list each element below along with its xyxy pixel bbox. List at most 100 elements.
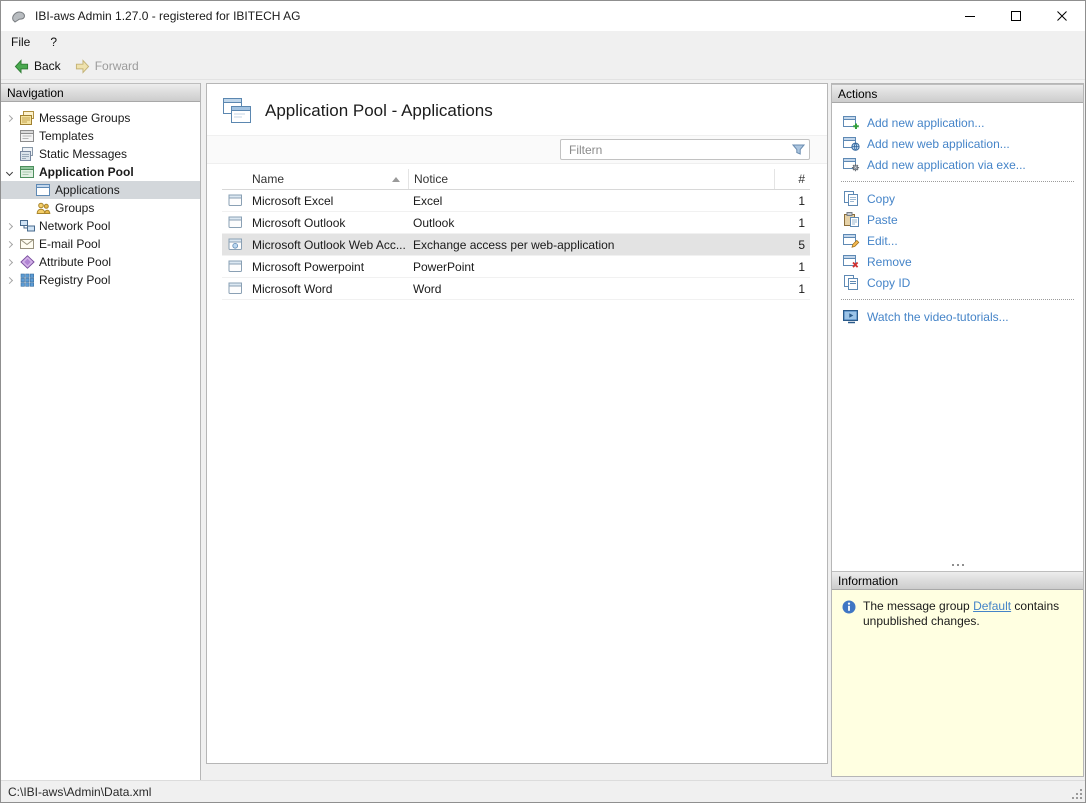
table-row[interactable]: Microsoft Excel Excel 1 <box>222 190 810 212</box>
navigation-header: Navigation <box>1 83 200 102</box>
remove-icon <box>842 254 860 269</box>
menu-help[interactable]: ? <box>40 31 67 53</box>
action-label: Watch the video-tutorials... <box>867 309 1009 324</box>
maximize-button[interactable] <box>993 1 1039 31</box>
close-button[interactable] <box>1039 1 1085 31</box>
static-messages-icon <box>18 147 36 161</box>
table-row[interactable]: Microsoft Outlook Outlook 1 <box>222 212 810 234</box>
table-row[interactable]: Microsoft Outlook Web Acc... Exchange ac… <box>222 234 810 256</box>
actions-splitter[interactable] <box>832 561 1083 569</box>
statusbar: C:\IBI-aws\Admin\Data.xml <box>1 780 1085 802</box>
action-add-new-web-application[interactable]: Add new web application... <box>832 133 1083 154</box>
table-header-row: Name Notice # <box>222 169 810 190</box>
nav-item-application-pool[interactable]: Application Pool <box>1 163 200 181</box>
chevron-right-icon[interactable] <box>1 258 18 266</box>
add-application-exe-icon <box>842 157 860 172</box>
chevron-right-icon[interactable] <box>1 240 18 248</box>
minimize-button[interactable] <box>947 1 993 31</box>
applications-table: Name Notice # Microsoft Excel Excel 1 Mi… <box>222 169 810 300</box>
app-logo-icon <box>10 9 27 24</box>
application-row-icon <box>222 216 248 229</box>
chevron-right-icon[interactable] <box>1 114 18 122</box>
action-label: Add new application... <box>867 115 985 130</box>
action-add-new-application-via-exe[interactable]: Add new application via exe... <box>832 154 1083 175</box>
applications-page-icon <box>221 96 252 125</box>
actions-list: Add new application... Add new web appli… <box>832 103 1083 571</box>
column-header-name[interactable]: Name <box>248 169 408 189</box>
network-pool-icon <box>18 219 36 233</box>
email-pool-icon <box>18 237 36 251</box>
information-message: The message group Default contains unpub… <box>863 599 1063 629</box>
action-label: Edit... <box>867 233 898 248</box>
column-header-notice[interactable]: Notice <box>408 169 774 189</box>
action-copy[interactable]: Copy <box>832 188 1083 209</box>
titlebar: IBI-aws Admin 1.27.0 - registered for IB… <box>1 1 1085 31</box>
nav-item-attribute-pool[interactable]: Attribute Pool <box>1 253 200 271</box>
menu-file[interactable]: File <box>1 31 40 53</box>
toolbar: Back Forward <box>1 53 1085 80</box>
table-row[interactable]: Microsoft Powerpoint PowerPoint 1 <box>222 256 810 278</box>
paste-icon <box>842 212 860 227</box>
nav-item-registry-pool[interactable]: Registry Pool <box>1 271 200 289</box>
nav-item-templates[interactable]: Templates <box>1 127 200 145</box>
action-remove[interactable]: Remove <box>832 251 1083 272</box>
nav-item-label: Groups <box>55 201 95 215</box>
information-body: The message group Default contains unpub… <box>832 590 1083 776</box>
application-pool-icon <box>18 165 36 179</box>
sort-asc-icon <box>392 176 400 182</box>
forward-label: Forward <box>94 59 139 73</box>
nav-item-email-pool[interactable]: E-mail Pool <box>1 235 200 253</box>
information-header: Information <box>832 571 1083 590</box>
back-button[interactable]: Back <box>7 57 68 76</box>
action-label: Paste <box>867 212 898 227</box>
maximize-icon <box>1011 11 1021 21</box>
action-add-new-application[interactable]: Add new application... <box>832 112 1083 133</box>
action-edit[interactable]: Edit... <box>832 230 1083 251</box>
copy-icon <box>842 191 860 206</box>
main-panel: Application Pool - Applications Name Not… <box>206 83 828 764</box>
actions-separator <box>841 299 1074 300</box>
nav-item-label: Message Groups <box>39 111 131 125</box>
message-groups-icon <box>18 111 36 125</box>
action-label: Add new application via exe... <box>867 157 1026 172</box>
action-label: Remove <box>867 254 912 269</box>
nav-item-label: Application Pool <box>39 165 134 179</box>
action-label: Copy ID <box>867 275 911 290</box>
forward-button[interactable]: Forward <box>68 57 146 76</box>
action-paste[interactable]: Paste <box>832 209 1083 230</box>
navigation-panel: Navigation Message Groups Templates Stat… <box>1 83 201 780</box>
application-row-icon <box>222 282 248 295</box>
actions-header: Actions <box>832 84 1083 103</box>
action-watch-video-tutorials[interactable]: Watch the video-tutorials... <box>832 306 1083 327</box>
window-title: IBI-aws Admin 1.27.0 - registered for IB… <box>35 9 301 23</box>
edit-icon <box>842 233 860 248</box>
nav-item-network-pool[interactable]: Network Pool <box>1 217 200 235</box>
nav-item-static-messages[interactable]: Static Messages <box>1 145 200 163</box>
table-row[interactable]: Microsoft Word Word 1 <box>222 278 810 300</box>
right-panel: Actions Add new application... Add new w… <box>831 83 1084 777</box>
nav-item-message-groups[interactable]: Message Groups <box>1 109 200 127</box>
action-label: Copy <box>867 191 896 206</box>
chevron-down-icon[interactable] <box>1 168 18 176</box>
info-icon <box>842 600 856 614</box>
resize-grip[interactable] <box>1071 788 1083 800</box>
nav-item-applications[interactable]: Applications <box>1 181 200 199</box>
groups-icon <box>34 201 52 215</box>
action-copy-id[interactable]: Copy ID <box>832 272 1083 293</box>
filter-funnel-icon[interactable] <box>792 143 805 156</box>
info-text-before: The message group <box>863 599 974 613</box>
close-icon <box>1057 11 1067 21</box>
nav-item-label: E-mail Pool <box>39 237 101 251</box>
page-title: Application Pool - Applications <box>265 100 493 120</box>
action-label: Add new web application... <box>867 136 1010 151</box>
chevron-right-icon[interactable] <box>1 222 18 230</box>
attribute-pool-icon <box>18 255 36 269</box>
chevron-right-icon[interactable] <box>1 276 18 284</box>
app-window: IBI-aws Admin 1.27.0 - registered for IB… <box>0 0 1086 803</box>
nav-item-groups[interactable]: Groups <box>1 199 200 217</box>
column-header-count[interactable]: # <box>774 169 810 189</box>
registry-pool-icon <box>18 273 36 287</box>
nav-item-label: Static Messages <box>39 147 128 161</box>
default-group-link[interactable]: Default <box>973 599 1011 613</box>
filter-input[interactable] <box>560 139 810 160</box>
